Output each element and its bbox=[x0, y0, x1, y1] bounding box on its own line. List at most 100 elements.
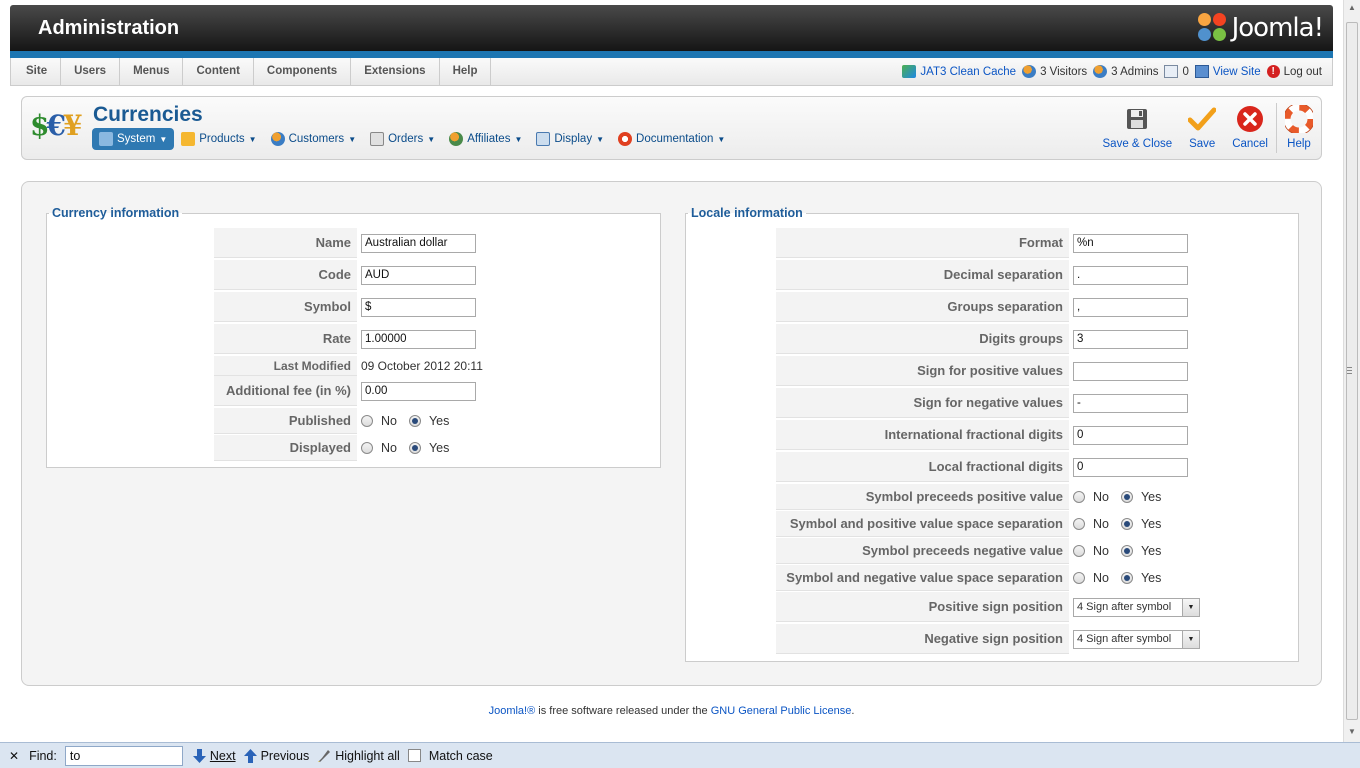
checkbox[interactable] bbox=[407, 749, 421, 762]
displayed-no-radio[interactable] bbox=[361, 442, 373, 454]
decimal-separation-input[interactable]: . bbox=[1073, 265, 1188, 285]
submenu-display[interactable]: Display ▼ bbox=[529, 128, 611, 150]
chevron-down-icon: ▼ bbox=[514, 134, 523, 144]
negative-sign-input[interactable]: - bbox=[1073, 393, 1188, 413]
header-accent-bar bbox=[10, 51, 1333, 58]
format-input[interactable]: %n bbox=[1073, 233, 1188, 253]
menu-menus[interactable]: Menus bbox=[120, 58, 184, 85]
main-menu: Site Users Menus Content Components Exte… bbox=[13, 58, 492, 85]
header-title: Administration bbox=[38, 17, 180, 39]
monitor-icon bbox=[1194, 65, 1209, 78]
row-local-fractional: Local fractional digits 0 bbox=[776, 452, 1188, 482]
joomla-logo-icon bbox=[1197, 13, 1228, 43]
find-bar: ✕ Find: to Next Previous Highlight all M… bbox=[0, 742, 1360, 768]
find-input[interactable]: to bbox=[64, 745, 183, 766]
code-input[interactable]: AUD bbox=[361, 265, 476, 285]
sym-neg-space-no-radio[interactable] bbox=[1073, 572, 1085, 584]
rate-input[interactable]: 1.00000 bbox=[361, 329, 476, 349]
last-modified-value: 09 October 2012 20:11 bbox=[361, 359, 483, 373]
sym-neg-no-radio[interactable] bbox=[1073, 545, 1085, 557]
digits-groups-input[interactable]: 3 bbox=[1073, 329, 1188, 349]
groups-separation-input[interactable]: , bbox=[1073, 297, 1188, 317]
chevron-down-icon: ▼ bbox=[596, 134, 605, 144]
status-logout[interactable]: ! Log out bbox=[1266, 65, 1322, 78]
affiliates-icon bbox=[449, 132, 464, 146]
find-next-button[interactable]: Next bbox=[192, 748, 236, 763]
chevron-down-icon: ▼ bbox=[427, 134, 436, 144]
menu-extensions[interactable]: Extensions bbox=[351, 58, 440, 85]
positive-sign-input[interactable] bbox=[1073, 361, 1188, 381]
match-case-checkbox[interactable]: Match case bbox=[407, 749, 493, 763]
component-submenu: System ▼ Products ▼ Customers ▼ Orders ▼ Aff… bbox=[92, 128, 732, 150]
mail-icon bbox=[1164, 65, 1179, 78]
sym-pos-space-yes-radio[interactable] bbox=[1120, 518, 1133, 530]
submenu-documentation[interactable]: Documentation ▼ bbox=[611, 128, 732, 150]
find-previous-button[interactable]: Previous bbox=[243, 748, 309, 763]
submenu-customers[interactable]: Customers ▼ bbox=[264, 128, 364, 150]
help-button[interactable]: Help bbox=[1277, 97, 1321, 159]
row-digits-groups: Digits groups 3 bbox=[776, 324, 1188, 354]
sym-neg-yes-radio[interactable] bbox=[1120, 545, 1133, 557]
vertical-scrollbar[interactable]: ▲ ▼ bbox=[1343, 0, 1360, 742]
cache-icon bbox=[902, 65, 917, 78]
sym-neg-space-yes-radio[interactable] bbox=[1120, 572, 1133, 584]
gpl-link[interactable]: GNU General Public License bbox=[711, 705, 852, 717]
scroll-down-icon[interactable]: ▼ bbox=[1348, 728, 1356, 736]
row-published: Published No Yes bbox=[214, 408, 461, 434]
display-icon bbox=[536, 132, 551, 146]
displayed-yes-radio[interactable] bbox=[408, 442, 421, 454]
status-messages[interactable]: 0 bbox=[1164, 65, 1189, 78]
row-additional-fee: Additional fee (in %) 0.00 bbox=[214, 376, 476, 406]
sym-pos-space-no-radio[interactable] bbox=[1073, 518, 1085, 530]
chevron-down-icon: ▼ bbox=[717, 134, 726, 144]
main-menubar: Site Users Menus Content Components Exte… bbox=[10, 58, 1333, 86]
symbol-input[interactable]: $ bbox=[361, 297, 476, 317]
row-positive-sign-position: Positive sign position 4 Sign after symb… bbox=[776, 592, 1200, 622]
view-site-link[interactable]: View Site bbox=[1213, 66, 1261, 78]
row-rate: Rate 1.00000 bbox=[214, 324, 476, 354]
menu-help[interactable]: Help bbox=[440, 58, 492, 85]
local-fractional-input[interactable]: 0 bbox=[1073, 457, 1188, 477]
submenu-products[interactable]: Products ▼ bbox=[174, 128, 263, 150]
published-no-radio[interactable] bbox=[361, 415, 373, 427]
status-cache[interactable]: JAT3 Clean Cache bbox=[902, 65, 1016, 78]
status-visitors: 3 Visitors bbox=[1022, 65, 1087, 78]
page-toolbar: $€¥ Currencies System ▼ Products ▼ Custome… bbox=[21, 96, 1322, 160]
published-yes-radio[interactable] bbox=[408, 415, 421, 427]
fee-input[interactable]: 0.00 bbox=[361, 381, 476, 401]
find-label: Find: bbox=[29, 748, 57, 763]
submenu-affiliates[interactable]: Affiliates ▼ bbox=[442, 128, 529, 150]
save-button[interactable]: Save bbox=[1180, 97, 1224, 159]
positive-sign-position-select[interactable]: 4 Sign after symbol ▼ bbox=[1073, 597, 1200, 617]
sym-pos-no-radio[interactable] bbox=[1073, 491, 1085, 503]
chevron-down-icon: ▼ bbox=[1182, 630, 1199, 648]
cache-link[interactable]: JAT3 Clean Cache bbox=[920, 66, 1016, 78]
joomla-logo: Joomla! bbox=[1197, 12, 1324, 44]
negative-sign-position-select[interactable]: 4 Sign after symbol ▼ bbox=[1073, 629, 1200, 649]
row-symbol-positive-space: Symbol and positive value space separati… bbox=[776, 511, 1173, 537]
joomla-link[interactable]: Joomla!® bbox=[489, 705, 536, 717]
scrollbar-grip-icon bbox=[1347, 367, 1352, 374]
close-icon[interactable]: ✕ bbox=[9, 749, 19, 763]
logout-link[interactable]: Log out bbox=[1284, 66, 1322, 78]
submenu-system[interactable]: System ▼ bbox=[92, 128, 175, 150]
row-symbol-preceeds-negative: Symbol preceeds negative value No Yes bbox=[776, 538, 1173, 564]
row-symbol-preceeds-positive: Symbol preceeds positive value No Yes bbox=[776, 484, 1173, 510]
cancel-icon bbox=[1236, 105, 1264, 133]
status-view-site[interactable]: View Site bbox=[1194, 65, 1261, 78]
international-fractional-input[interactable]: 0 bbox=[1073, 425, 1188, 445]
sym-pos-yes-radio[interactable] bbox=[1120, 491, 1133, 503]
menu-users[interactable]: Users bbox=[61, 58, 121, 85]
orders-icon bbox=[370, 132, 385, 146]
scroll-up-icon[interactable]: ▲ bbox=[1348, 4, 1356, 12]
save-close-button[interactable]: Save & Close bbox=[1095, 97, 1181, 159]
menu-content[interactable]: Content bbox=[183, 58, 254, 85]
submenu-orders[interactable]: Orders ▼ bbox=[363, 128, 442, 150]
highlight-all-button[interactable]: Highlight all bbox=[317, 749, 400, 763]
menu-site[interactable]: Site bbox=[13, 58, 62, 85]
row-format: Format %n bbox=[776, 228, 1188, 258]
row-displayed: Displayed No Yes bbox=[214, 435, 461, 461]
menu-components[interactable]: Components bbox=[254, 58, 352, 85]
cancel-button[interactable]: Cancel bbox=[1224, 97, 1276, 159]
name-input[interactable]: Australian dollar bbox=[361, 233, 476, 253]
